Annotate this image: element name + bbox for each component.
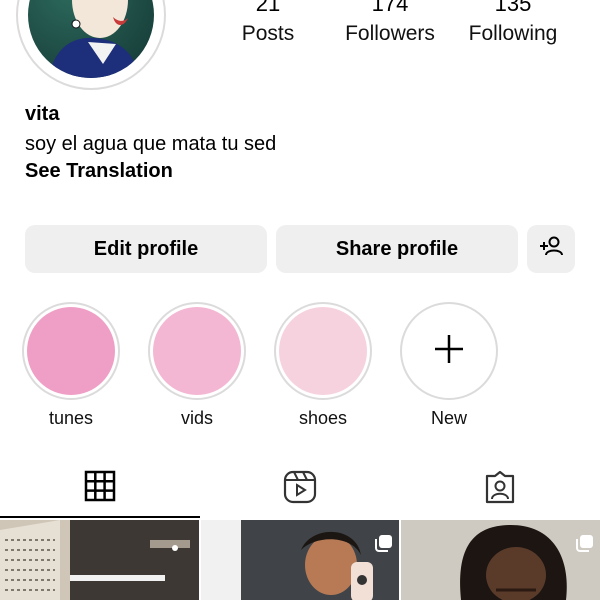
posts-count: 21 [255, 0, 281, 16]
highlight-tunes[interactable]: tunes [22, 302, 120, 429]
share-profile-button[interactable]: Share profile [276, 225, 518, 273]
post-thumbnail[interactable] [201, 520, 399, 600]
posts-label: Posts [241, 22, 295, 45]
highlight-label: tunes [48, 408, 94, 428]
highlight-label: shoes [298, 408, 348, 428]
highlight-shoes[interactable]: shoes [274, 302, 372, 429]
followers-label: Followers [345, 22, 435, 45]
profile-username: vita [25, 103, 60, 125]
active-tab-indicator [0, 516, 200, 518]
multiple-photos-icon [576, 534, 594, 552]
profile-bio: soy el agua que mata tu sed [25, 133, 277, 155]
stat-posts[interactable]: 21 Posts [238, 0, 298, 46]
highlight-vids[interactable]: vids [148, 302, 246, 429]
post-image [401, 520, 600, 600]
tab-grid[interactable] [0, 470, 200, 506]
plus-icon [432, 332, 466, 371]
highlight-image [27, 307, 115, 395]
tab-reels[interactable] [200, 470, 400, 506]
edit-profile-button[interactable]: Edit profile [25, 225, 267, 273]
new-highlight-circle [400, 302, 498, 400]
multiple-photos-icon [375, 534, 393, 552]
post-thumbnail[interactable] [401, 520, 600, 600]
person-add-icon [538, 233, 564, 265]
grid-icon [84, 470, 116, 506]
highlight-cover [274, 302, 372, 400]
tab-tagged[interactable] [400, 470, 600, 506]
following-count: 135 [494, 0, 532, 16]
post-thumbnail[interactable] [0, 520, 199, 600]
highlight-cover [148, 302, 246, 400]
highlight-cover [22, 302, 120, 400]
highlight-label: vids [180, 408, 213, 428]
highlight-image [153, 307, 241, 395]
highlight-label: New [430, 408, 467, 428]
discover-people-button[interactable] [527, 225, 575, 273]
stat-followers[interactable]: 174 Followers [340, 0, 440, 46]
see-translation-link[interactable]: See Translation [25, 160, 173, 183]
stat-following[interactable]: 135 Following [463, 0, 563, 46]
followers-count: 174 [371, 0, 409, 16]
profile-avatar[interactable] [16, 0, 166, 90]
highlight-image [279, 307, 367, 395]
highlight-new[interactable]: New [400, 302, 498, 429]
reels-icon [283, 470, 317, 506]
avatar-image [28, 0, 154, 78]
post-image [201, 520, 399, 600]
post-image [0, 520, 199, 600]
tagged-icon [483, 470, 517, 506]
following-label: Following [468, 22, 558, 45]
